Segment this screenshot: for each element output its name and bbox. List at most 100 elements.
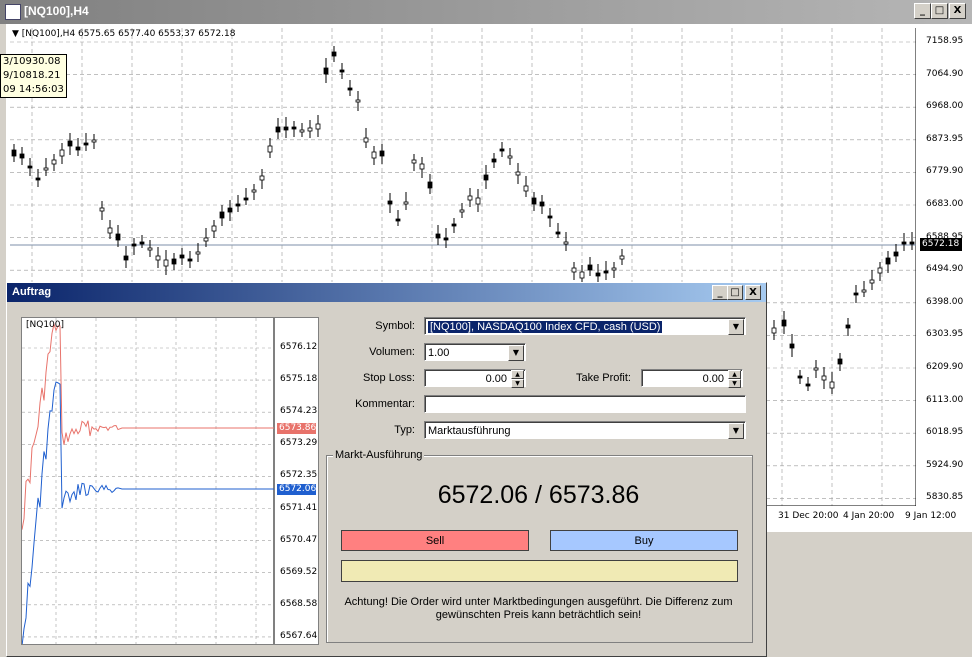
candle-body — [523, 185, 529, 192]
candle-body — [539, 201, 545, 207]
candle-body — [595, 272, 601, 277]
type-value: Marktausführung — [428, 425, 511, 437]
tick-axis-label: 6572.35 — [280, 470, 318, 481]
candle-body — [91, 139, 97, 143]
candle-body — [491, 158, 497, 163]
maximize-button[interactable]: □ — [931, 3, 948, 19]
candle-body — [227, 207, 233, 213]
candle-body — [515, 171, 521, 176]
symbol-select[interactable]: [NQ100], NASDAQ100 Index CFD, cash (USD)… — [424, 317, 746, 335]
tick-axis-label: 6569.52 — [280, 566, 318, 577]
current-price-tag: 6572.18 — [920, 238, 962, 251]
tooltip-line: 3/10930.08 — [3, 56, 61, 67]
spin-down-icon[interactable]: ▼ — [511, 379, 524, 388]
dialog-minimize-button[interactable]: _ — [712, 285, 728, 300]
candle-body — [563, 241, 569, 245]
chevron-down-icon[interactable]: ▼ — [508, 345, 524, 361]
ask-price-tag: 6573.86 — [277, 423, 317, 434]
stoploss-field[interactable]: 0.00 ▲ ▼ — [424, 369, 526, 388]
candle-body — [869, 279, 875, 284]
dialog-title-bar[interactable]: Auftrag _ □ X — [7, 283, 766, 302]
candle-body — [267, 145, 273, 153]
candle-body — [821, 375, 827, 381]
candle-body — [797, 375, 803, 379]
candle-body — [35, 177, 41, 181]
type-select[interactable]: Marktausführung ▼ — [424, 421, 746, 439]
sell-button[interactable]: Sell — [341, 530, 529, 551]
tick-axis-label: 6570.47 — [280, 534, 318, 545]
volume-label: Volumen: — [369, 346, 415, 358]
stoploss-spinner[interactable]: ▲ ▼ — [511, 370, 524, 388]
comment-input[interactable] — [424, 395, 746, 413]
chart-menu-arrow-icon[interactable]: ▼ — [12, 29, 19, 39]
spin-down-icon[interactable]: ▼ — [728, 379, 741, 388]
y-tick-label: 6779.90 — [926, 166, 964, 177]
y-tick-label: 7064.90 — [926, 68, 964, 79]
candle-body — [805, 383, 811, 387]
y-tick-label: 6968.00 — [926, 101, 964, 112]
close-button[interactable]: X — [949, 3, 966, 19]
buy-button[interactable]: Buy — [550, 530, 738, 551]
candle-body — [499, 148, 505, 152]
y-tick-label: 6683.00 — [926, 199, 964, 209]
tick-axis-label: 6575.18 — [280, 374, 318, 385]
candle-body — [219, 211, 225, 219]
candle-body — [243, 197, 249, 201]
candle-body — [555, 231, 561, 235]
candle-body — [483, 174, 489, 181]
candle-body — [171, 258, 177, 265]
candle-body — [211, 225, 217, 232]
candle-body — [355, 99, 361, 103]
candle-body — [579, 271, 585, 279]
minimize-button[interactable]: _ — [914, 3, 931, 19]
tick-axis-label: 6567.64 — [280, 630, 318, 641]
dialog-maximize-button[interactable]: □ — [727, 285, 743, 300]
chevron-down-icon[interactable]: ▼ — [728, 319, 744, 335]
x-tick-label: 31 Dec 20:00 — [778, 511, 839, 521]
candle-body — [611, 267, 617, 271]
dialog-close-button[interactable]: X — [745, 285, 761, 300]
order-dialog[interactable]: Auftrag _ □ X [NQ100] 6576.12 6575.18 6574… — [6, 282, 767, 657]
y-tick-label: 6494.90 — [926, 264, 964, 275]
candle-body — [403, 201, 409, 205]
tooltip-line: 09 14:56:03 — [3, 84, 64, 95]
candle-body — [411, 159, 417, 164]
chevron-down-icon[interactable]: ▼ — [728, 423, 744, 439]
candle-body — [11, 149, 17, 157]
stoploss-label: Stop Loss: — [363, 372, 415, 384]
candle-body — [877, 267, 883, 274]
candle-body — [475, 197, 481, 205]
candle-body — [837, 358, 843, 365]
candle-body — [299, 129, 305, 133]
tooltip-line: 9/10818.21 — [3, 70, 61, 81]
candle-body — [139, 241, 145, 245]
candle-body — [99, 207, 105, 212]
candle-body — [771, 327, 777, 334]
candle-body — [885, 257, 891, 265]
y-tick-label: 6209.90 — [926, 362, 964, 372]
volume-select[interactable]: 1.00 ▼ — [424, 343, 526, 361]
takeprofit-spinner[interactable]: ▲ ▼ — [728, 370, 741, 388]
window-title-bar[interactable]: [NQ100],H4 _ □ X — [0, 0, 972, 24]
candle-body — [123, 255, 129, 261]
y-tick-label: 5830.85 — [926, 492, 964, 503]
candle-body — [27, 165, 33, 169]
candle-body — [443, 237, 449, 241]
candle-body — [363, 137, 369, 143]
execution-status-bar — [341, 560, 738, 582]
y-tick-label: 5924.90 — [926, 459, 964, 470]
spin-up-icon[interactable]: ▲ — [728, 370, 741, 379]
window-title: [NQ100],H4 — [24, 4, 89, 18]
candle-body — [147, 247, 153, 251]
candle-body — [275, 126, 281, 133]
candle-body — [259, 175, 265, 181]
candle-body — [587, 264, 593, 271]
candle-body — [507, 155, 513, 159]
spin-up-icon[interactable]: ▲ — [511, 370, 524, 379]
y-tick-label: 6303.95 — [926, 329, 964, 340]
candle-body — [547, 215, 553, 219]
candle-body — [283, 126, 289, 131]
tick-axis-label: 6574.23 — [280, 406, 318, 417]
tick-chart-symbol: [NQ100] — [26, 320, 65, 330]
takeprofit-field[interactable]: 0.00 ▲ ▼ — [641, 369, 743, 388]
